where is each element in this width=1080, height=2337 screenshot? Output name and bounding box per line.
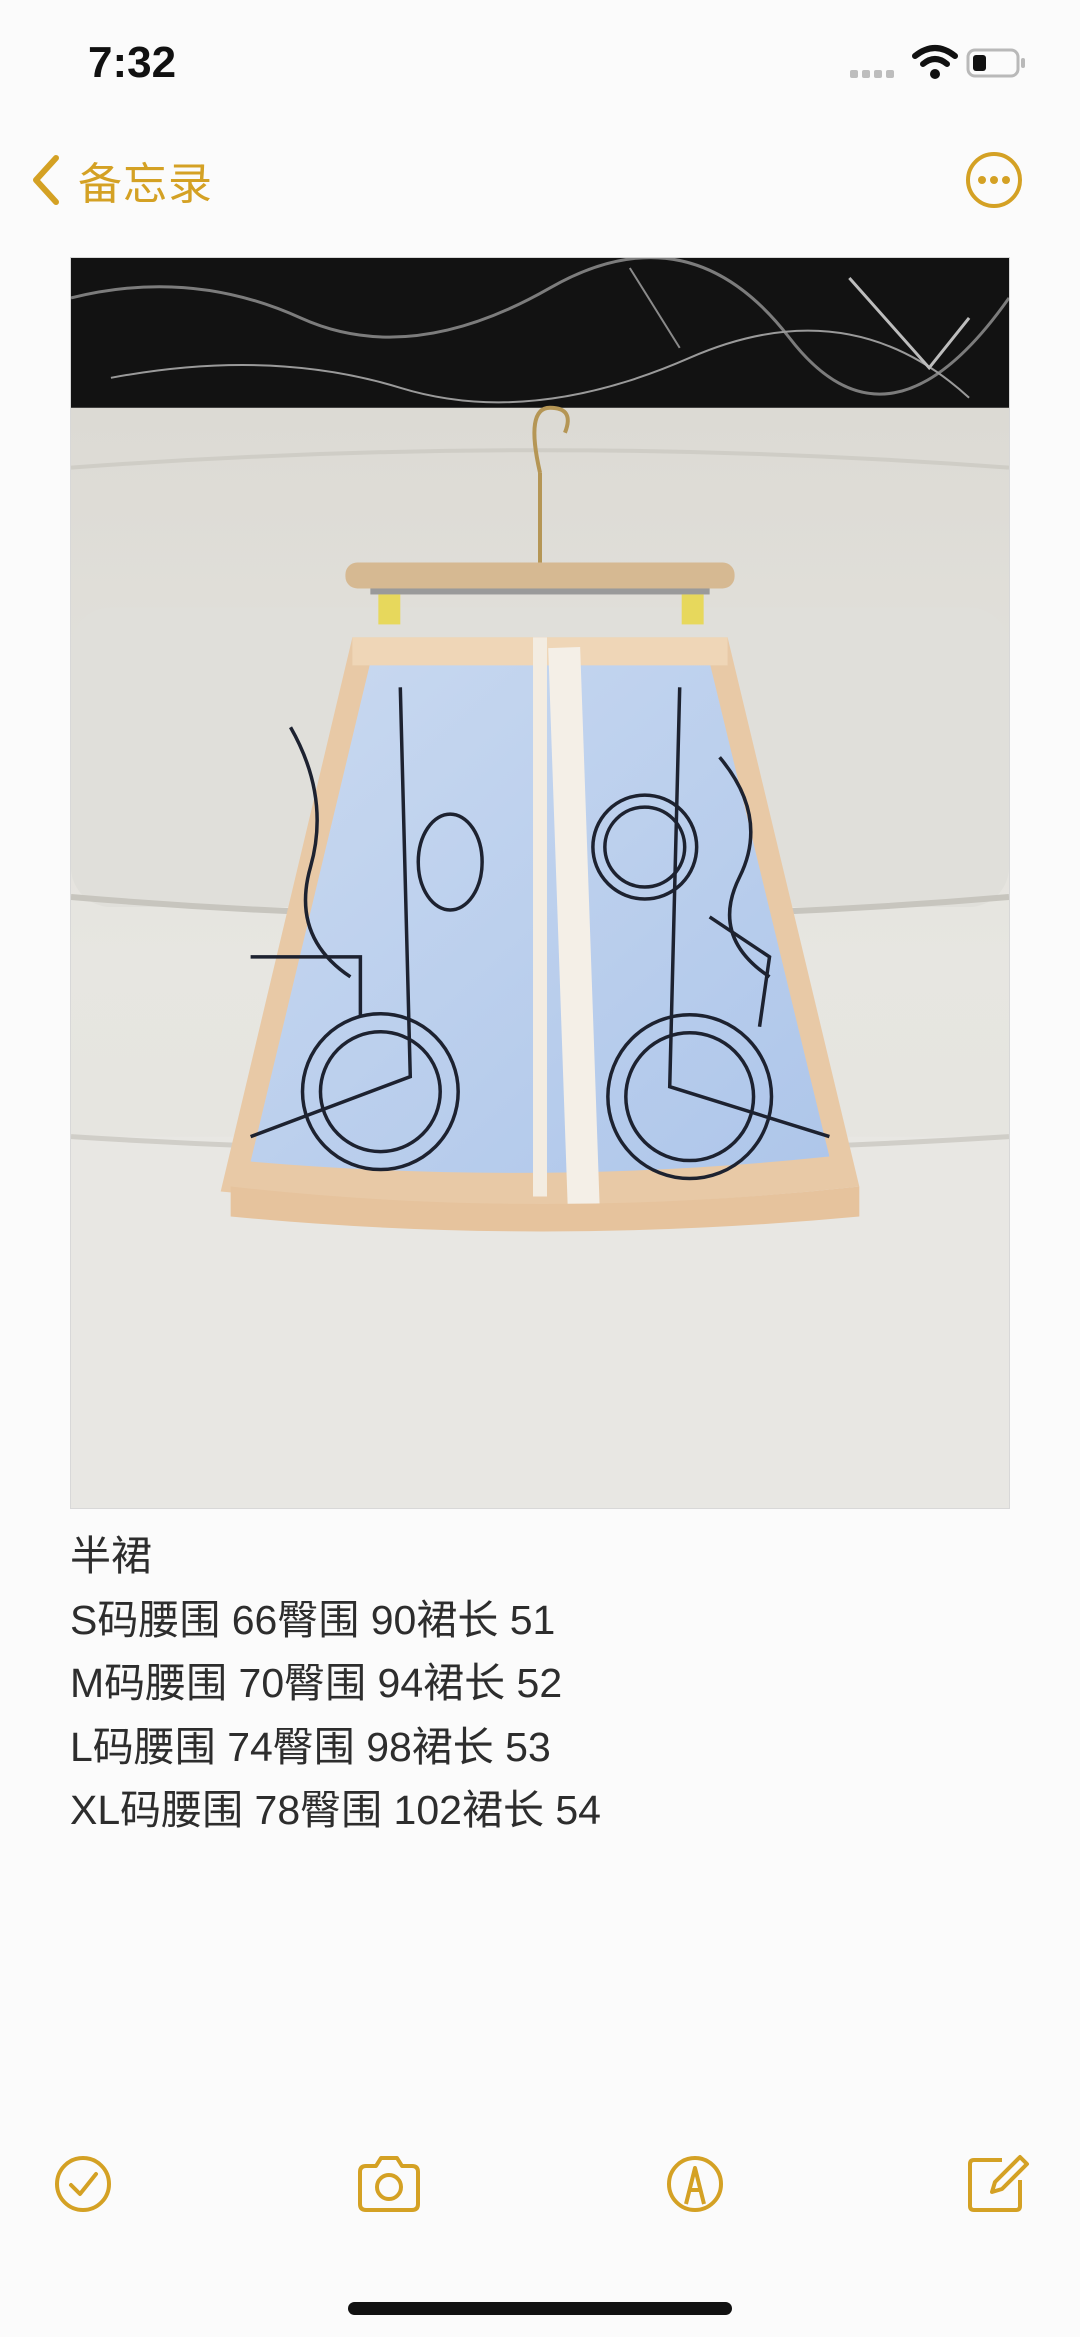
note-line-size-m: M码腰围 70臀围 94裙长 52	[70, 1660, 563, 1706]
note-line-size-s: S码腰围 66臀围 90裙长 51	[70, 1596, 556, 1643]
note-image-attachment[interactable]	[70, 257, 1010, 1509]
note-body[interactable]: 半裙 S码腰围 66臀围 90裙长 51 M码腰围 70臀围 94裙长 52 L…	[70, 1525, 1010, 1843]
chevron-left-icon	[33, 155, 59, 205]
battery-icon	[966, 48, 1025, 78]
note-line-size-xl: XL码腰围 78臀围 102裙长 54	[70, 1787, 601, 1833]
wifi-icon	[912, 45, 958, 79]
note-title: 半裙	[70, 1533, 152, 1579]
home-indicator[interactable]	[348, 2302, 732, 2315]
compose-icon[interactable]	[962, 2148, 1032, 2220]
checklist-icon[interactable]	[48, 2148, 118, 2220]
note-line-size-l: L码腰围 74臀围 98裙长 53	[70, 1723, 551, 1770]
markup-pen-icon[interactable]	[660, 2148, 730, 2220]
cellular-signal-icon	[850, 70, 894, 78]
ellipsis-circle-icon[interactable]	[964, 150, 1024, 210]
back-button-label: 备忘录	[78, 160, 213, 209]
camera-icon[interactable]	[354, 2148, 424, 2220]
navigation-bar: 备忘录	[0, 140, 1080, 230]
bottom-toolbar	[0, 2148, 1080, 2238]
back-button[interactable]: 备忘录	[28, 148, 213, 212]
status-time: 7:32	[88, 38, 177, 87]
skirt-photo	[71, 258, 1009, 1508]
status-bar: 7:32	[0, 0, 1080, 130]
